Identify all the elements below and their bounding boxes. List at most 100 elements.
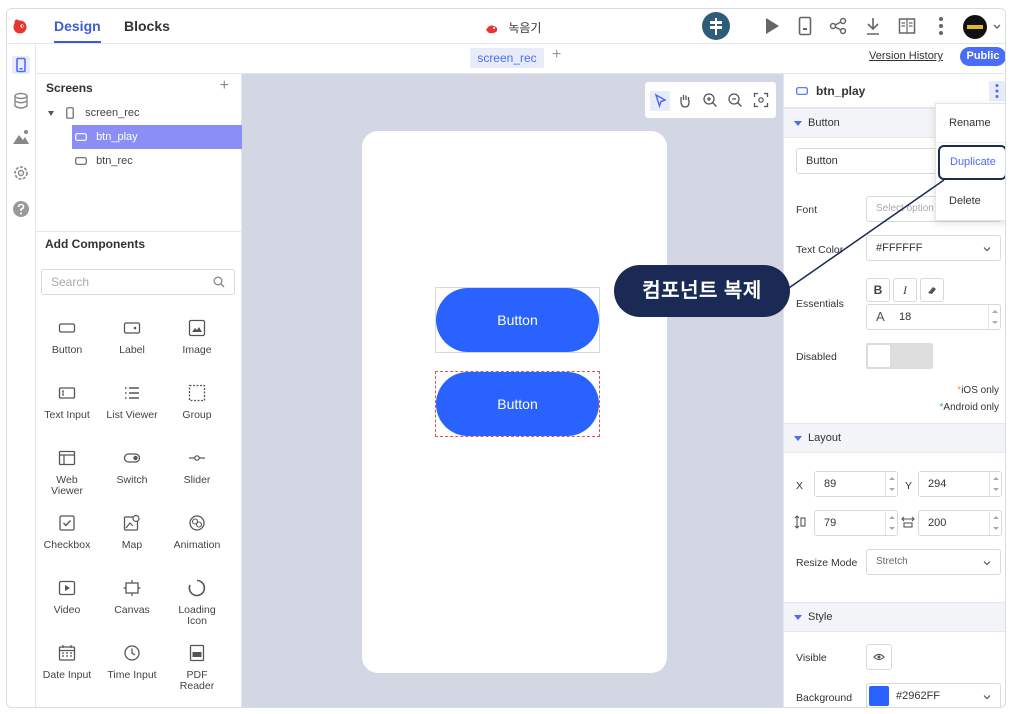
- tree-item-label: screen_rec: [85, 107, 140, 119]
- list-icon: [125, 387, 139, 399]
- section-style[interactable]: Style: [784, 602, 1005, 632]
- android-only-note: *Android only: [940, 402, 1000, 413]
- design-canvas[interactable]: Button Button: [242, 74, 783, 707]
- phone-preview-icon[interactable]: [798, 16, 812, 36]
- width-stepper[interactable]: [989, 511, 1001, 535]
- component-group[interactable]: Group: [167, 384, 227, 421]
- height-field[interactable]: 79: [814, 510, 898, 536]
- resize-mode-select[interactable]: Stretch: [866, 549, 1001, 575]
- menu-item-duplicate[interactable]: Duplicate: [938, 145, 1005, 180]
- bold-button[interactable]: B: [866, 278, 890, 302]
- component-loading-icon[interactable]: Loading Icon: [167, 579, 227, 627]
- component-video[interactable]: Video: [37, 579, 97, 616]
- more-vertical-icon[interactable]: [989, 81, 1005, 101]
- width-field[interactable]: 200: [918, 510, 1002, 536]
- disabled-toggle[interactable]: [866, 343, 933, 369]
- canvas-btn-play[interactable]: Button: [436, 288, 599, 352]
- component-list-viewer[interactable]: List Viewer: [102, 384, 162, 421]
- app-title-text: 녹음기: [508, 21, 542, 35]
- component-date-input[interactable]: Date Input: [37, 644, 97, 681]
- visible-toggle-button[interactable]: [866, 644, 892, 670]
- component-canvas[interactable]: Canvas: [102, 579, 162, 616]
- background-color-swatch: [869, 686, 889, 706]
- fit-screen-icon[interactable]: [753, 92, 769, 108]
- signpost-icon[interactable]: [702, 12, 730, 40]
- tab-design[interactable]: Design: [54, 18, 101, 43]
- zoom-in-icon[interactable]: [702, 92, 718, 108]
- canvas-btn-rec[interactable]: Button: [436, 372, 599, 436]
- public-badge[interactable]: Public: [960, 47, 1005, 66]
- component-text-input[interactable]: Text Input: [37, 384, 97, 421]
- font-size-icon: A: [876, 309, 885, 324]
- book-icon[interactable]: [898, 17, 916, 35]
- avatar[interactable]: [962, 14, 1002, 40]
- zoom-out-icon[interactable]: [727, 92, 743, 108]
- tab-screen-rec[interactable]: screen_rec: [470, 48, 544, 68]
- component-button[interactable]: Button: [37, 319, 97, 356]
- ios-only-note: *iOS only: [957, 385, 999, 396]
- y-stepper[interactable]: [989, 472, 1001, 496]
- component-slider[interactable]: Slider: [167, 449, 227, 486]
- component-label: Canvas: [114, 604, 150, 616]
- canvas-toolbar: [645, 82, 776, 118]
- canvas-btn-rec-frame[interactable]: Button: [435, 371, 600, 437]
- add-screen-tab-button[interactable]: +: [552, 46, 561, 64]
- phone-icon[interactable]: [12, 56, 30, 74]
- component-pdf-reader[interactable]: PDF Reader: [167, 644, 227, 692]
- component-time-input[interactable]: Time Input: [102, 644, 162, 681]
- date-icon: [58, 645, 76, 661]
- caret-down-icon[interactable]: [48, 110, 54, 116]
- help-icon[interactable]: [12, 200, 30, 218]
- switch-icon: [123, 453, 141, 463]
- component-web-viewer[interactable]: Web Viewer: [37, 449, 97, 497]
- download-icon[interactable]: [865, 16, 881, 36]
- eye-icon: [873, 653, 885, 661]
- app-title: 녹음기: [485, 19, 541, 36]
- image-icon: [188, 319, 206, 337]
- play-icon[interactable]: [764, 17, 780, 35]
- menu-item-rename[interactable]: Rename: [936, 104, 1005, 143]
- menu-item-delete[interactable]: Delete: [936, 182, 1005, 221]
- component-label: Image: [182, 344, 212, 356]
- tree-item-btn-rec[interactable]: btn_rec: [75, 149, 235, 173]
- button-icon: [58, 323, 76, 333]
- image-icon[interactable]: [12, 128, 30, 146]
- component-name: btn_play: [816, 84, 866, 98]
- component-animation[interactable]: Animation: [167, 514, 227, 551]
- version-history-link[interactable]: Version History: [869, 50, 943, 62]
- more-vertical-icon[interactable]: [937, 16, 945, 36]
- callout-annotation: 컴포넌트 복제: [614, 265, 790, 317]
- x-field[interactable]: 89: [814, 471, 898, 497]
- y-field[interactable]: 294: [918, 471, 1002, 497]
- gear-icon[interactable]: [12, 164, 30, 182]
- clear-format-button[interactable]: [920, 278, 944, 302]
- pointer-icon[interactable]: [650, 91, 670, 111]
- component-label: Switch: [116, 474, 148, 486]
- background-color-select[interactable]: #2962FF: [866, 683, 1001, 707]
- italic-button[interactable]: I: [893, 278, 917, 302]
- font-label: Font: [796, 204, 818, 216]
- canvas-btn-play-frame[interactable]: Button: [435, 287, 600, 353]
- tree-item-label: btn_rec: [96, 155, 133, 167]
- database-icon[interactable]: [12, 92, 30, 110]
- section-layout[interactable]: Layout: [784, 423, 1005, 453]
- component-label[interactable]: Label: [102, 319, 162, 356]
- add-screen-button[interactable]: +: [220, 77, 229, 95]
- font-size-field[interactable]: A 18: [866, 304, 1001, 330]
- tree-item-btn-play[interactable]: btn_play: [72, 125, 242, 149]
- component-image[interactable]: Image: [167, 319, 227, 356]
- component-checkbox[interactable]: Checkbox: [37, 514, 97, 551]
- x-stepper[interactable]: [885, 472, 897, 496]
- app-bird-icon: [486, 25, 498, 34]
- component-search-input[interactable]: Search: [41, 269, 235, 295]
- tree-item-screen-rec[interactable]: screen_rec: [48, 101, 238, 125]
- height-stepper[interactable]: [885, 511, 897, 535]
- font-size-stepper[interactable]: [988, 305, 1000, 329]
- text-color-select[interactable]: #FFFFFF: [866, 235, 1001, 261]
- component-switch[interactable]: Switch: [102, 449, 162, 486]
- component-label: Group: [182, 409, 212, 421]
- hand-icon[interactable]: [677, 92, 693, 108]
- share-icon[interactable]: [829, 17, 847, 35]
- tab-blocks[interactable]: Blocks: [124, 18, 170, 34]
- component-map[interactable]: Map: [102, 514, 162, 551]
